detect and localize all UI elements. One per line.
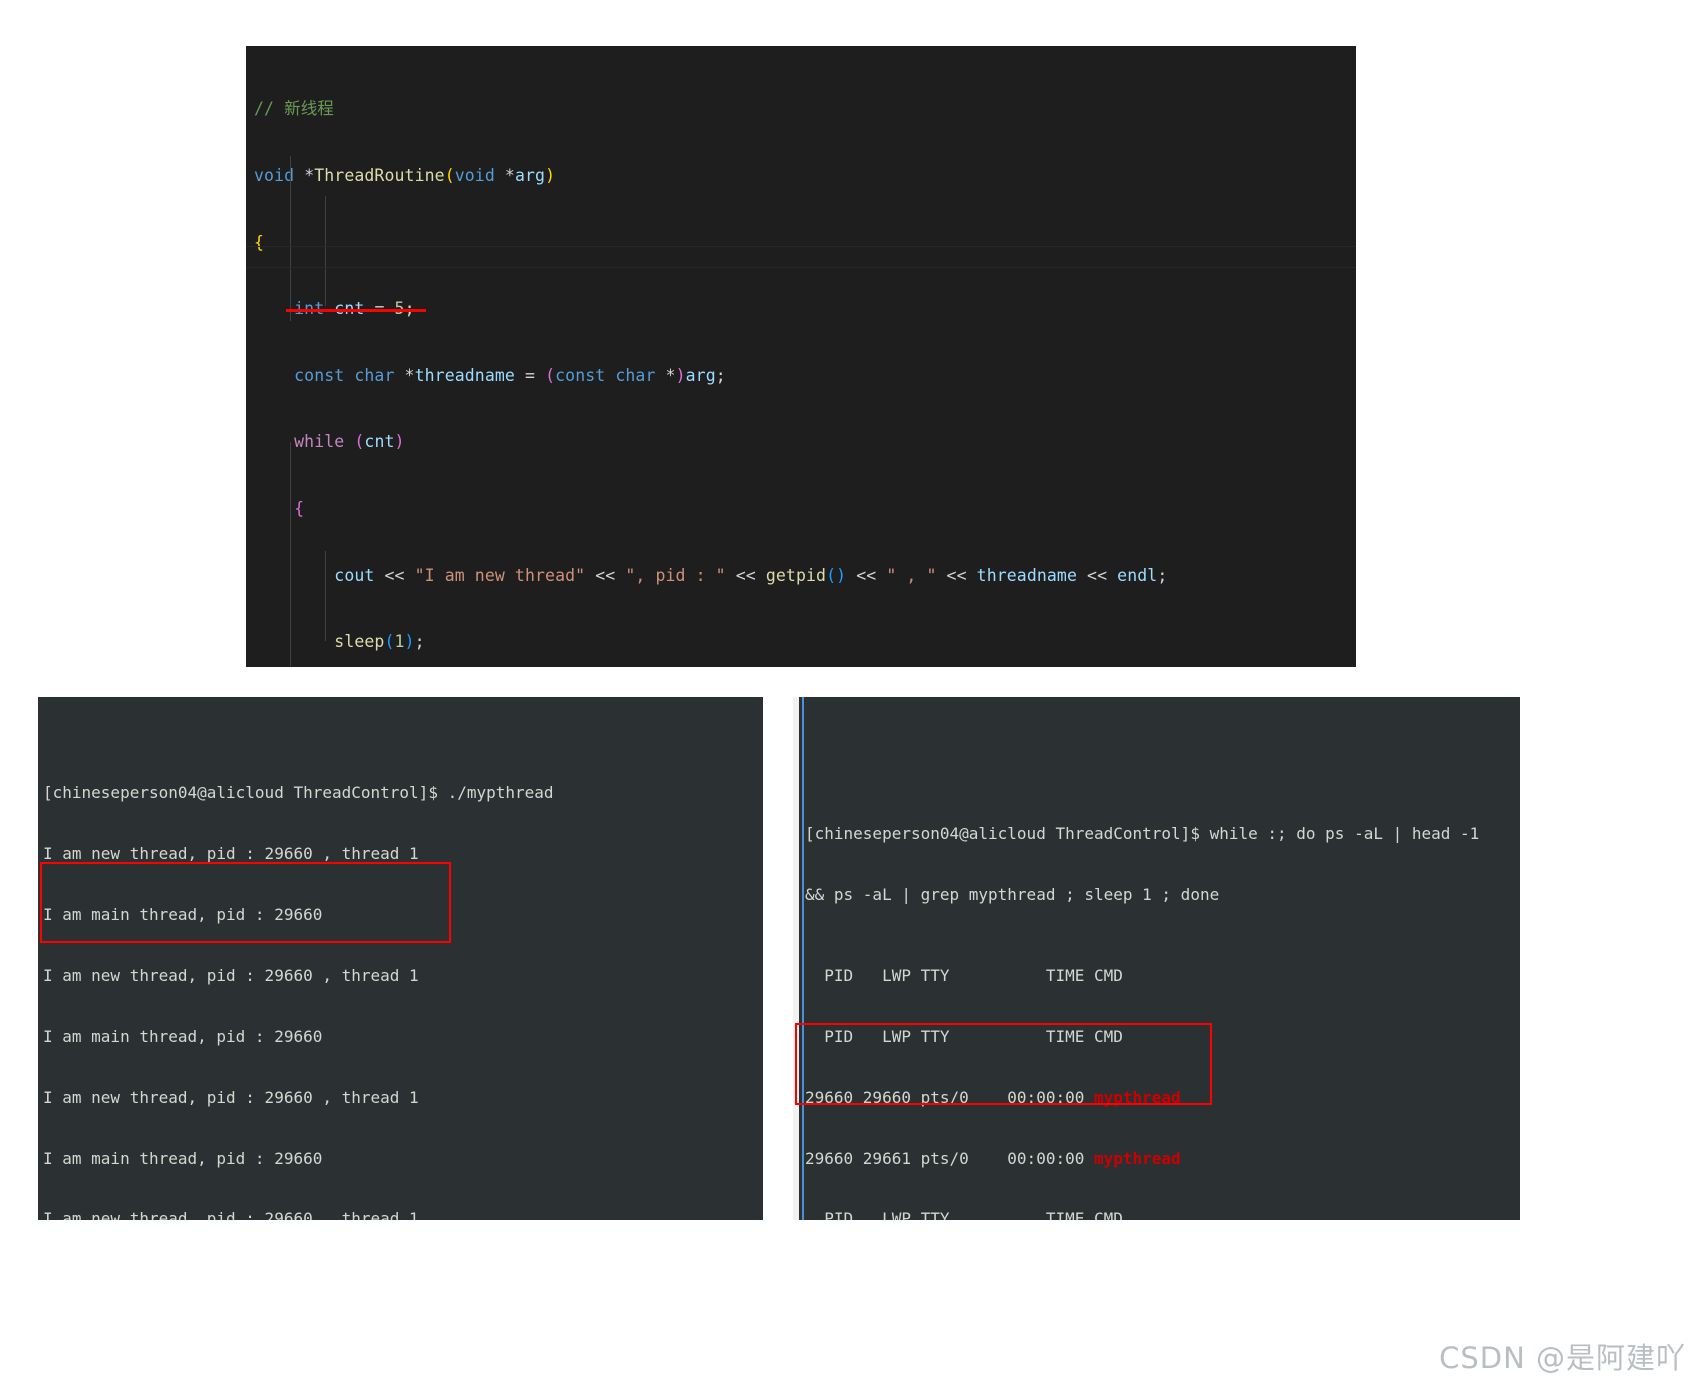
code-line: while (cnt) bbox=[294, 432, 405, 452]
terminal-line: PID LWP TTY TIME CMD bbox=[805, 1209, 1123, 1220]
terminal-line: I am new thread, pid : 29660 , thread 1 bbox=[43, 844, 419, 864]
terminal-ps-monitor[interactable]: [chineseperson04@alicloud ThreadControl]… bbox=[793, 697, 1520, 1220]
indent-guide bbox=[290, 442, 291, 667]
code-line: const char *threadname = (const char *)a… bbox=[294, 365, 726, 385]
terminal-line: I am main thread, pid : 29660 bbox=[43, 1148, 323, 1168]
terminal-command-line: && ps -aL | grep mypthread ; sleep 1 ; d… bbox=[805, 884, 1220, 904]
terminal-left-content: [chineseperson04@alicloud ThreadControl]… bbox=[38, 738, 763, 1220]
terminal-right-content: [chineseperson04@alicloud ThreadControl]… bbox=[793, 778, 1520, 1220]
process-name: mypthread bbox=[1093, 1148, 1181, 1168]
terminal-line: PID LWP TTY TIME CMD bbox=[805, 965, 1123, 985]
code-line: cout << "I am new thread" << ", pid : " … bbox=[334, 565, 1168, 585]
terminal-command-line: [chineseperson04@alicloud ThreadControl]… bbox=[805, 823, 1480, 843]
terminal-line: I am main thread, pid : 29660 bbox=[43, 904, 323, 924]
terminal-line: I am new thread, pid : 29660 , thread 1 bbox=[43, 1209, 419, 1220]
indent-guide bbox=[290, 156, 291, 321]
terminal-line: 29660 29661 pts/0 00:00:00 mypthread bbox=[805, 1148, 1181, 1168]
terminal-line: I am new thread, pid : 29660 , thread 1 bbox=[43, 1087, 419, 1107]
code-line: // 新线程 bbox=[254, 99, 334, 119]
active-line-highlight bbox=[246, 246, 1356, 269]
csdn-watermark: CSDN @是阿建吖 bbox=[1439, 1341, 1686, 1375]
terminal-line: I am new thread, pid : 29660 , thread 1 bbox=[43, 965, 419, 985]
red-underline-annotation bbox=[286, 309, 426, 312]
code-line: { bbox=[294, 498, 305, 518]
code-line: void *ThreadRoutine(void *arg) bbox=[254, 166, 556, 185]
process-name: mypthread bbox=[1093, 1087, 1181, 1107]
indent-guide bbox=[325, 551, 326, 641]
code-content: // 新线程 void *ThreadRoutine(void *arg) { … bbox=[246, 54, 1356, 667]
code-line: sleep(1); bbox=[334, 632, 425, 652]
terminal-line: I am main thread, pid : 29660 bbox=[43, 1026, 323, 1046]
code-editor-panel[interactable]: // 新线程 void *ThreadRoutine(void *arg) { … bbox=[246, 46, 1356, 667]
terminal-line: 29660 29660 pts/0 00:00:00 mypthread bbox=[805, 1087, 1181, 1107]
terminal-line: PID LWP TTY TIME CMD bbox=[805, 1026, 1123, 1046]
terminal-line: [chineseperson04@alicloud ThreadControl]… bbox=[43, 783, 554, 803]
terminal-run-output[interactable]: [chineseperson04@alicloud ThreadControl]… bbox=[38, 697, 763, 1220]
